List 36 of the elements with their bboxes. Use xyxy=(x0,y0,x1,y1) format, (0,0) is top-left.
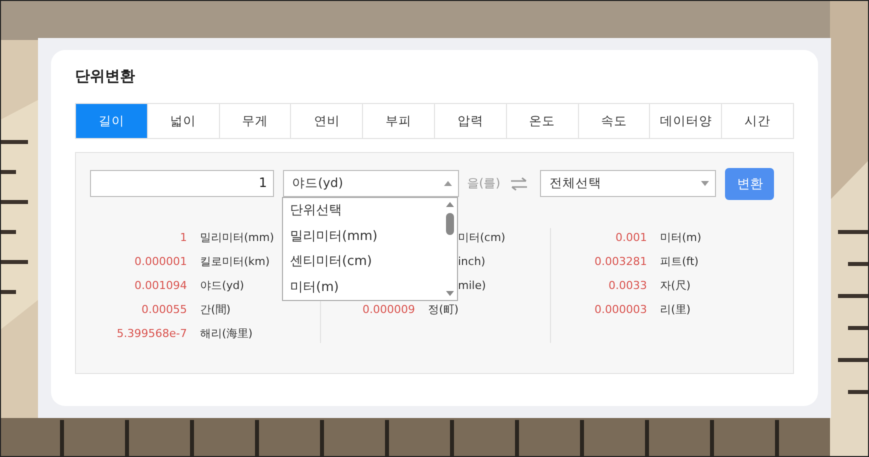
result-value: 0.000003 xyxy=(594,303,647,316)
unit-name: 리(里) xyxy=(660,302,691,317)
unit-option[interactable]: 센티미터(cm) xyxy=(283,249,443,274)
unit-name: 킬로미터(km) xyxy=(200,254,270,269)
result-value: 0.000009 xyxy=(362,303,415,316)
unit-name: mile) xyxy=(458,279,486,292)
unit-name: 자(尺) xyxy=(660,278,691,293)
unit-option[interactable]: 밀리미터(mm) xyxy=(283,224,443,249)
result-value: 1 xyxy=(179,231,187,244)
to-unit-select[interactable]: 전체선택 xyxy=(540,170,716,197)
unit-name: 간(間) xyxy=(200,302,231,317)
unit-option[interactable]: 미터(m) xyxy=(283,274,443,300)
result-value: 0.001 xyxy=(614,231,647,244)
unit-name: 야드(yd) xyxy=(200,278,244,293)
result-value: 0.000001 xyxy=(134,255,187,268)
page-title: 단위변환 xyxy=(75,66,136,86)
caret-icon xyxy=(701,181,710,186)
unit-name: 피트(ft) xyxy=(660,254,699,269)
unit-name: inch) xyxy=(458,255,486,268)
swap-icon[interactable] xyxy=(510,176,528,190)
unit-option[interactable]: 단위선택 xyxy=(283,198,443,224)
particle-label: 을(를) xyxy=(467,175,500,192)
result-value: 5.399568e-7 xyxy=(116,327,187,340)
unit-name: 미터(cm) xyxy=(458,230,506,245)
category-tab[interactable]: 길이 xyxy=(76,104,148,138)
result-value: 0.003281 xyxy=(594,255,647,268)
unit-name: 밀리미터(mm) xyxy=(200,230,274,245)
unit-name: 해리(海里) xyxy=(200,326,253,341)
caret-icon xyxy=(444,181,452,186)
unit-name: 정(町) xyxy=(428,302,459,317)
result-value: 0.0033 xyxy=(608,279,647,292)
result-value: 0.001094 xyxy=(134,279,187,292)
amount-field[interactable]: 1 xyxy=(90,170,274,197)
result-value: 0.00055 xyxy=(140,303,187,316)
from-unit-select[interactable]: 야드(yd) xyxy=(283,170,459,197)
unit-name: 미터(m) xyxy=(660,230,702,245)
